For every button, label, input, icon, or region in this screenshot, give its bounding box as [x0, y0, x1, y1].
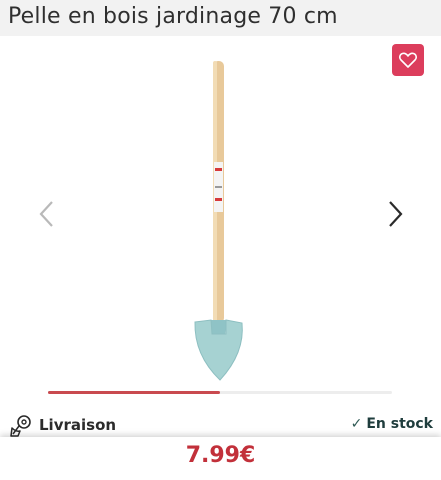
chevron-right-icon	[389, 201, 403, 227]
image-gallery-progress-fill	[48, 391, 220, 394]
delivery-label: Livraison	[39, 416, 117, 434]
product-price: 7.99€	[185, 443, 256, 468]
favorite-button[interactable]	[392, 44, 424, 76]
image-gallery-progress	[48, 391, 392, 394]
next-image-button[interactable]	[380, 196, 410, 232]
delivery-location-icon	[10, 415, 31, 437]
product-image	[194, 61, 243, 381]
previous-image-button[interactable]	[32, 196, 62, 232]
chevron-left-icon	[39, 201, 53, 227]
price-bar: 7.99€	[0, 437, 441, 480]
title-bar: Pelle en bois jardinage 70 cm	[0, 0, 441, 36]
delivery-row[interactable]: Livraison ✓ En stock	[0, 412, 441, 440]
stock-status: ✓ En stock	[351, 416, 433, 432]
heart-icon	[399, 52, 417, 68]
product-title: Pelle en bois jardinage 70 cm	[8, 4, 338, 29]
check-icon: ✓	[350, 416, 363, 432]
stock-label: En stock	[366, 416, 433, 432]
